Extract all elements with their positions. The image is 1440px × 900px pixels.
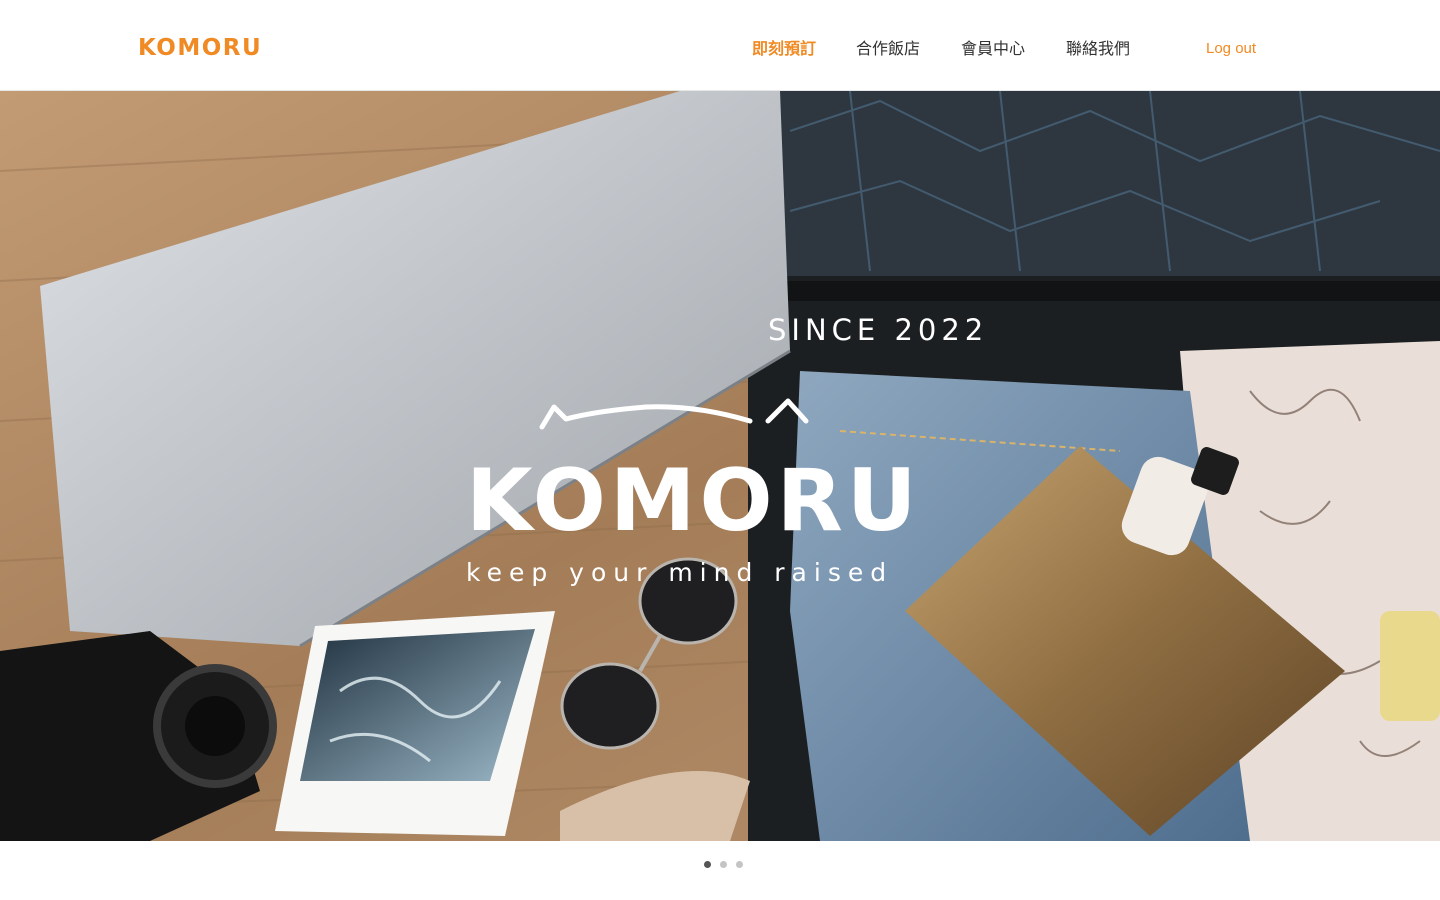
brand-logo[interactable]: KOMORU: [138, 34, 262, 62]
nav-item-book-now[interactable]: 即刻預訂: [752, 38, 816, 60]
nav-item-partner-hotels[interactable]: 合作飯店: [856, 38, 920, 60]
hero-logo-arc-icon: [539, 398, 809, 430]
nav-item-member-center[interactable]: 會員中心: [961, 38, 1025, 60]
carousel-dot-1[interactable]: [704, 861, 711, 868]
carousel-dot-2[interactable]: [720, 861, 728, 868]
carousel-indicators: [704, 853, 747, 868]
hero-logo-text: KOMORU: [466, 451, 921, 551]
nav-item-contact-us[interactable]: 聯絡我們: [1066, 38, 1130, 60]
hero-slogan: keep your mind raised: [466, 558, 894, 587]
hero-banner: SINCE 2022 KOMORU keep your mind raised: [0, 91, 1440, 841]
logout-link[interactable]: Log out: [1206, 39, 1256, 59]
since-year-text: SINCE 2022: [768, 313, 989, 347]
top-navbar: KOMORU 即刻預訂 合作飯店 會員中心 聯絡我們 Log out: [0, 0, 1440, 91]
carousel-dot-3[interactable]: [736, 861, 744, 868]
